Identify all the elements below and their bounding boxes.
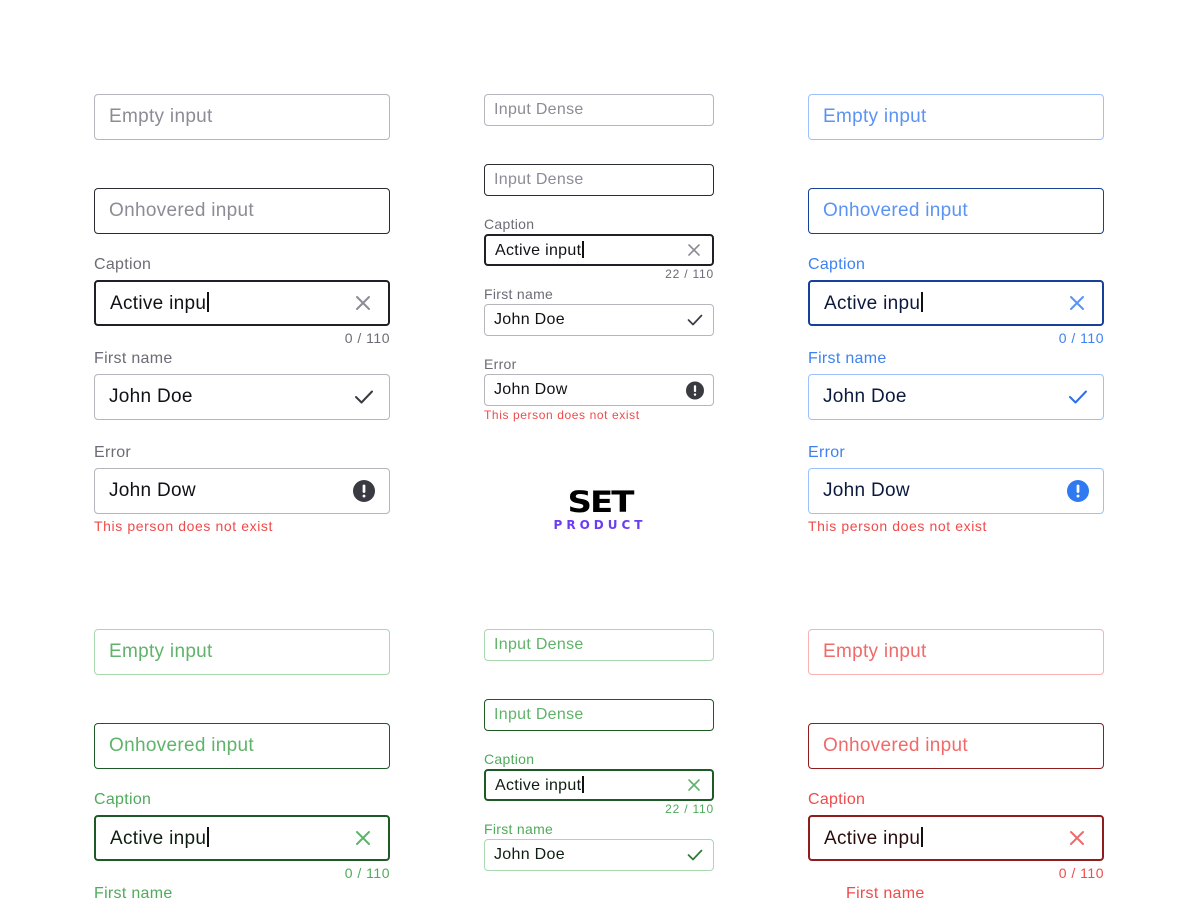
close-icon[interactable] — [1066, 292, 1088, 314]
green-hovered-input[interactable]: Onhovered input — [94, 723, 390, 769]
placeholder: Input Dense — [494, 101, 584, 118]
gray-dense-caption-label: Caption — [484, 216, 535, 232]
placeholder: Onhovered input — [823, 735, 968, 756]
gray-empty-input[interactable]: Empty input — [94, 94, 390, 140]
red-firstname-label: First name — [846, 885, 925, 900]
text-caret — [582, 240, 584, 258]
green-dense-caption-label: Caption — [484, 751, 535, 767]
text-caret — [207, 291, 209, 312]
close-icon[interactable] — [352, 827, 374, 849]
logo-wordmark-product: PRODUCT — [553, 518, 647, 532]
text-caret — [207, 826, 209, 847]
placeholder: Input Dense — [494, 636, 584, 653]
text-caret — [921, 826, 923, 847]
input-value: John Dow — [494, 381, 568, 398]
green-dense-firstname-input[interactable]: John Doe — [484, 839, 714, 871]
gray-dense-empty-input[interactable]: Input Dense — [484, 94, 714, 126]
red-char-counter: 0 / 110 — [1058, 865, 1104, 881]
blue-char-counter: 0 / 110 — [1058, 330, 1104, 346]
gray-firstname-input[interactable]: John Doe — [94, 374, 390, 420]
input-value: John Dow — [823, 480, 910, 501]
gray-error-input[interactable]: John Dow — [94, 468, 390, 514]
input-value: John Doe — [109, 386, 193, 407]
gray-dense-error-message: This person does not exist — [484, 408, 640, 422]
input-value: John Doe — [823, 386, 907, 407]
close-icon[interactable] — [685, 241, 703, 259]
red-hovered-input[interactable]: Onhovered input — [808, 723, 1104, 769]
blue-error-input[interactable]: John Dow — [808, 468, 1104, 514]
input-value: Active inpu — [824, 291, 1066, 315]
gray-dense-error-label: Error — [484, 356, 517, 372]
blue-empty-input[interactable]: Empty input — [808, 94, 1104, 140]
gray-error-label: Error — [94, 444, 132, 461]
gray-firstname-label: First name — [94, 350, 173, 367]
placeholder: Empty input — [823, 106, 927, 127]
gray-error-message: This person does not exist — [94, 518, 274, 534]
red-active-input[interactable]: Active inpu — [808, 815, 1104, 861]
blue-hovered-input[interactable]: Onhovered input — [808, 188, 1104, 234]
input-value: John Doe — [494, 311, 565, 328]
green-dense-firstname-label: First name — [484, 821, 554, 837]
green-empty-input[interactable]: Empty input — [94, 629, 390, 675]
gray-hovered-input[interactable]: Onhovered input — [94, 188, 390, 234]
input-value: Active input — [495, 240, 685, 260]
green-dense-hovered-input[interactable]: Input Dense — [484, 699, 714, 731]
gray-dense-char-counter: 22 / 110 — [665, 267, 714, 281]
text-caret — [582, 775, 584, 793]
red-empty-input[interactable]: Empty input — [808, 629, 1104, 675]
gray-dense-hovered-input[interactable]: Input Dense — [484, 164, 714, 196]
blue-caption-label: Caption — [808, 256, 866, 273]
blue-firstname-input[interactable]: John Doe — [808, 374, 1104, 420]
input-value: Active inpu — [110, 291, 352, 315]
check-icon — [353, 386, 375, 408]
check-icon — [1067, 386, 1089, 408]
alert-icon — [686, 381, 704, 399]
gray-char-counter: 0 / 110 — [344, 330, 390, 346]
check-icon — [686, 846, 704, 864]
blue-firstname-label: First name — [808, 350, 887, 367]
gray-caption-label: Caption — [94, 256, 152, 273]
red-caption-label: Caption — [808, 791, 866, 808]
green-dense-char-counter: 22 / 110 — [665, 802, 714, 816]
input-value: John Doe — [494, 846, 565, 863]
green-caption-label: Caption — [94, 791, 152, 808]
input-value: John Dow — [109, 480, 196, 501]
placeholder: Onhovered input — [109, 200, 254, 221]
placeholder: Empty input — [823, 641, 927, 662]
placeholder: Input Dense — [494, 171, 584, 188]
gray-dense-active-input[interactable]: Active input — [484, 234, 714, 266]
close-icon[interactable] — [1066, 827, 1088, 849]
input-value: Active inpu — [824, 826, 1066, 850]
green-firstname-label: First name — [94, 885, 173, 900]
green-dense-active-input[interactable]: Active input — [484, 769, 714, 801]
green-dense-empty-input[interactable]: Input Dense — [484, 629, 714, 661]
gray-dense-firstname-input[interactable]: John Doe — [484, 304, 714, 336]
alert-icon — [1067, 480, 1089, 502]
green-active-input[interactable]: Active inpu — [94, 815, 390, 861]
blue-active-input[interactable]: Active inpu — [808, 280, 1104, 326]
placeholder: Empty input — [109, 641, 213, 662]
gray-active-input[interactable]: Active inpu — [94, 280, 390, 326]
blue-error-label: Error — [808, 444, 846, 461]
logo-wordmark-set: SET — [567, 490, 635, 514]
gray-dense-firstname-label: First name — [484, 286, 554, 302]
gray-dense-error-input[interactable]: John Dow — [484, 374, 714, 406]
green-char-counter: 0 / 110 — [344, 865, 390, 881]
blue-error-message: This person does not exist — [808, 518, 988, 534]
close-icon[interactable] — [352, 292, 374, 314]
close-icon[interactable] — [685, 776, 703, 794]
placeholder: Input Dense — [494, 706, 584, 723]
placeholder: Empty input — [109, 106, 213, 127]
text-caret — [921, 291, 923, 312]
placeholder: Onhovered input — [823, 200, 968, 221]
input-value: Active input — [495, 775, 685, 795]
input-value: Active inpu — [110, 826, 352, 850]
alert-icon — [353, 480, 375, 502]
placeholder: Onhovered input — [109, 735, 254, 756]
check-icon — [686, 311, 704, 329]
set-product-logo: SET PRODUCT — [548, 488, 652, 538]
